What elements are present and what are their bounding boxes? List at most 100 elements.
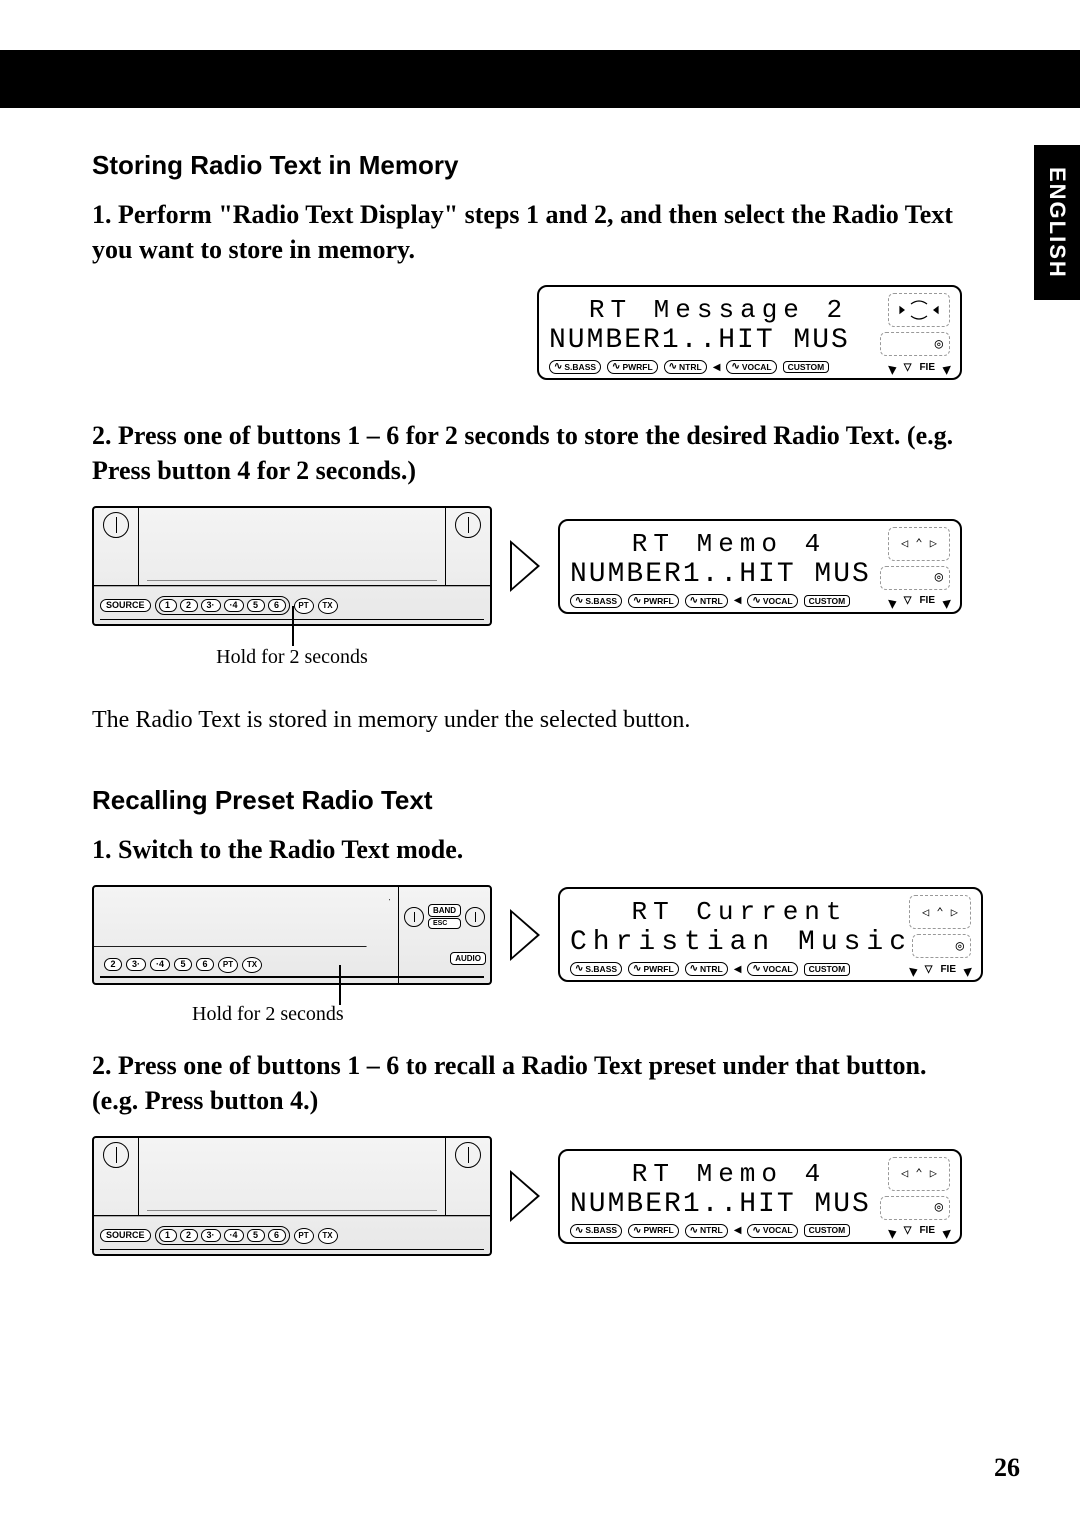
page-content: Storing Radio Text in Memory 1. Perform … [92,150,962,1264]
pwrfl-icon: PWRFL [607,360,658,374]
ntrl-icon: NTRL [685,1224,728,1238]
hold-caption-2: Hold for 2 seconds [192,1003,344,1026]
arrow-pointer-icon [510,540,540,592]
vocal-icon: VOCAL [747,1224,797,1238]
dpad-icon: ◁ ⌃ ▷ [888,1157,950,1191]
section-recalling-heading: Recalling Preset Radio Text [92,785,962,816]
left-knob-icon [103,512,129,538]
custom-icon: CUSTOM [804,595,851,608]
preset-button-3[interactable]: 3· [201,599,221,612]
audio-button[interactable]: AUDIO [450,952,486,965]
preset-button-4[interactable]: ·4 [150,958,170,971]
fie-label: FIE [919,362,935,373]
pt-button[interactable]: PT [294,598,314,614]
band-button[interactable]: BAND [428,904,461,917]
device-panel-2: 2 3· ·4 5 6 PT TX BAND [92,885,492,985]
source-button[interactable]: SOURCE [100,599,151,612]
lcd4-line2: NUMBER1..HIT MUS [570,1189,871,1220]
sbass-icon: S.BASS [570,962,622,976]
fie-label: FIE [919,1225,935,1236]
preset-button-3[interactable]: 3· [126,958,146,971]
source-button[interactable]: SOURCE [100,1229,151,1242]
left-knob-icon [103,1142,129,1168]
vocal-icon: VOCAL [747,962,797,976]
disc-icon: ◎ [912,934,971,958]
lcd3-line2: Christian Music [570,927,912,958]
page-number: 26 [994,1453,1020,1483]
dpad-icon [888,293,950,327]
preset-button-5[interactable]: 5 [174,958,192,971]
section-storing-heading: Storing Radio Text in Memory [92,150,962,181]
preset-button-4[interactable]: ·4 [224,599,244,612]
tx-button[interactable]: TX [242,957,262,973]
dpad-icon: ◁ ⌃ ▷ [888,527,950,561]
storing-step-1: 1. Perform "Radio Text Display" steps 1 … [92,197,962,267]
vocal-icon: VOCAL [726,360,776,374]
language-tab: ENGLISH [1034,145,1080,300]
pt-button[interactable]: PT [294,1228,314,1244]
mini-knob-icon [404,907,424,927]
device-panel-3: SOURCE 1 2 3· ·4 5 6 PT TX [92,1136,492,1256]
storing-step-2: 2. Press one of buttons 1 – 6 for 2 seco… [92,418,962,488]
tx-button[interactable]: TX [318,598,338,614]
pwrfl-icon: PWRFL [628,962,679,976]
preset-button-1[interactable]: 1 [159,599,177,612]
preset-button-2[interactable]: 2 [104,958,122,971]
ntrl-icon: NTRL [685,962,728,976]
lcd-display-2: RT Memo 4 ◁ ⌃ ▷ NUMBER1..HIT MUS ◎ S.BAS… [558,519,962,614]
preset-button-6[interactable]: 6 [268,599,286,612]
ntrl-icon: NTRL [685,594,728,608]
esc-button[interactable]: ESC [428,918,461,929]
sbass-icon: S.BASS [570,1224,622,1238]
lcd-display-3: RT Current ◁ ⌃ ▷ Christian Music ◎ S.BAS… [558,887,983,982]
lcd-status-icons: S.BASS PWRFL NTRL ◀ VOCAL CUSTOM ▽ FIE [549,360,950,374]
preset-button-6[interactable]: 6 [196,958,214,971]
mini-knob-icon [465,907,485,927]
right-knob-icon [455,1142,481,1168]
preset-button-2[interactable]: 2 [180,1229,198,1242]
disc-icon: ◎ [880,332,950,356]
fie-label: FIE [919,595,935,606]
callout-line [292,606,294,646]
callout-line [339,965,341,1005]
sbass-icon: S.BASS [570,594,622,608]
ntrl-icon: NTRL [664,360,707,374]
sbass-icon: S.BASS [549,360,601,374]
lcd4-line1: RT Memo 4 [570,1159,888,1189]
fie-label: FIE [940,964,956,975]
preset-button-5[interactable]: 5 [247,599,265,612]
lcd-display-4: RT Memo 4 ◁ ⌃ ▷ NUMBER1..HIT MUS ◎ S.BAS… [558,1149,962,1244]
lcd2-line2: NUMBER1..HIT MUS [570,559,871,590]
pwrfl-icon: PWRFL [628,1224,679,1238]
disc-icon: ◎ [880,566,950,590]
dpad-icon: ◁ ⌃ ▷ [909,895,971,929]
storing-result-text: The Radio Text is stored in memory under… [92,704,962,736]
vocal-icon: VOCAL [747,594,797,608]
custom-icon: CUSTOM [804,963,851,976]
arrow-pointer-icon [510,909,540,961]
custom-icon: CUSTOM [783,361,830,374]
preset-button-3[interactable]: 3· [201,1229,221,1242]
lcd1-line2: NUMBER1..HIT MUS [549,325,850,356]
recalling-step-2: 2. Press one of buttons 1 – 6 to recall … [92,1048,962,1118]
lcd3-line1: RT Current [570,897,909,927]
lcd2-line1: RT Memo 4 [570,529,888,559]
right-knob-icon [455,512,481,538]
preset-group: 1 2 3· ·4 5 6 [155,596,290,615]
left-tri-icon [888,363,899,375]
pt-button[interactable]: PT [218,957,238,973]
preset-button-6[interactable]: 6 [268,1229,286,1242]
lcd-display-1: RT Message 2 NUMBER1..HIT MUS ◎ S.BASS P… [537,285,962,380]
hold-caption-1: Hold for 2 seconds [92,646,492,669]
preset-button-1[interactable]: 1 [159,1229,177,1242]
recalling-step-1: 1. Switch to the Radio Text mode. [92,832,962,867]
tx-button[interactable]: TX [318,1228,338,1244]
custom-icon: CUSTOM [804,1224,851,1237]
preset-button-4[interactable]: ·4 [224,1229,244,1242]
preset-button-2[interactable]: 2 [180,599,198,612]
preset-button-5[interactable]: 5 [247,1229,265,1242]
arrow-pointer-icon [510,1170,540,1222]
lcd1-line1: RT Message 2 [549,295,888,325]
disc-icon: ◎ [880,1196,950,1220]
pwrfl-icon: PWRFL [628,594,679,608]
